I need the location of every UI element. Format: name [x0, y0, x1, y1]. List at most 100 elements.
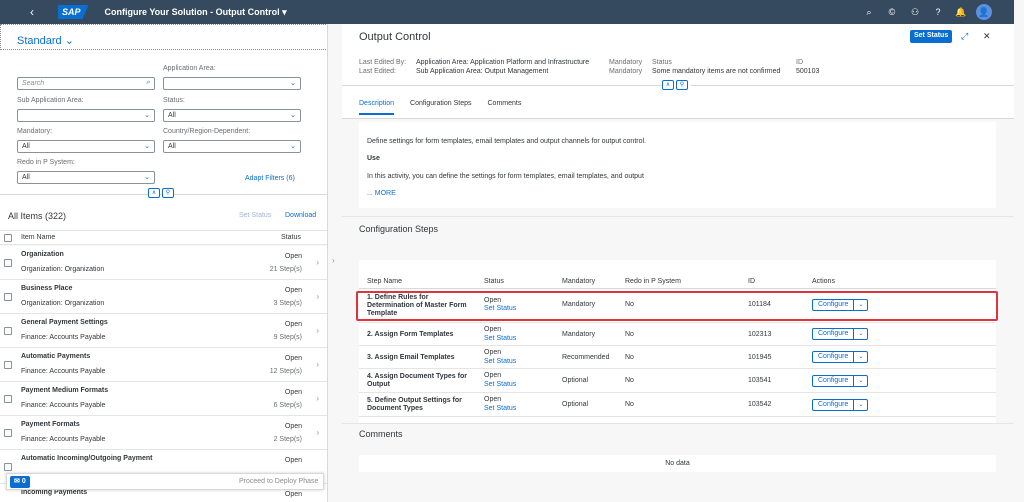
step-mandatory: Optional [562, 377, 589, 384]
redo-select[interactable]: All ⌄ [17, 171, 155, 184]
table-row[interactable]: General Payment Settings Finance: Accoun… [0, 314, 327, 348]
last-edited-by-label: Last Edited By: [359, 59, 407, 66]
table-row[interactable]: Payment Formats Finance: Accounts Payabl… [0, 416, 327, 450]
pin-header-button[interactable]: ⚲ [162, 188, 174, 198]
step-status: Open [484, 326, 502, 333]
chevron-down-icon: ⌄ [144, 143, 150, 150]
step-name: 4. Assign Document Types for Output [367, 373, 467, 388]
avatar[interactable]: 👤 [976, 4, 992, 20]
copilot-icon[interactable]: © [884, 7, 900, 17]
table-row[interactable]: Organization Organization: Organization … [0, 246, 327, 280]
download-button[interactable]: Download [285, 212, 316, 219]
row-checkbox[interactable] [4, 327, 12, 335]
item-status: Open [284, 355, 302, 362]
row-checkbox[interactable] [4, 395, 12, 403]
set-status-button[interactable]: Set Status [910, 30, 953, 43]
description-card: Define settings for form templates, emai… [359, 122, 996, 208]
chevron-down-icon[interactable]: ⌄ [854, 329, 867, 339]
row-checkbox[interactable] [4, 429, 12, 437]
app-title[interactable]: Configure Your Solution - Output Control… [105, 7, 287, 18]
id-label: ID [796, 59, 803, 66]
row-checkbox[interactable] [4, 463, 12, 471]
set-status-link[interactable]: Set Status [484, 405, 516, 412]
adapt-filters-link[interactable]: Adapt Filters (6) [245, 175, 295, 182]
tab-configuration-steps[interactable]: Configuration Steps [410, 100, 471, 115]
item-area: Finance: Accounts Payable [21, 402, 106, 409]
application-area-label: Application Area: [163, 65, 216, 72]
chevron-right-icon: › [316, 292, 319, 301]
collapse-header-button[interactable]: ∧ [662, 80, 674, 90]
pin-header-button[interactable]: ⚲ [676, 80, 688, 90]
configure-button[interactable]: Configure ⌄ [812, 328, 869, 340]
row-checkbox[interactable] [4, 293, 12, 301]
item-area: Organization: Organization [21, 300, 105, 307]
shell-bar: ‹ SAP Configure Your Solution - Output C… [0, 0, 1014, 24]
step-name: 2. Assign Form Templates [367, 331, 454, 338]
tab-description[interactable]: Description [359, 100, 395, 115]
step-mandatory: Recommended [562, 354, 610, 361]
chevron-right-icon: › [316, 394, 319, 403]
connect-icon[interactable]: ⚇ [907, 7, 923, 18]
table-row[interactable]: Business Place Organization: Organizatio… [0, 280, 327, 314]
table-row[interactable]: Automatic Payments Finance: Accounts Pay… [0, 348, 327, 382]
chevron-down-icon[interactable]: ⌄ [854, 376, 867, 386]
highlight-box [356, 291, 998, 321]
item-name: Payment Medium Formats [21, 387, 109, 394]
application-area-select[interactable]: ⌄ [163, 77, 301, 90]
item-status: Open [284, 457, 302, 464]
item-name: Automatic Payments [21, 353, 91, 360]
mandatory-select[interactable]: All ⌄ [17, 140, 155, 153]
item-name: Automatic Incoming/Outgoing Payment [21, 455, 153, 462]
more-link[interactable]: ... MORE [367, 190, 396, 197]
search-icon[interactable]: ⌕ [861, 7, 877, 18]
notification-icon[interactable]: 🔔 [953, 7, 969, 18]
item-name: Payment Formats [21, 421, 80, 428]
chevron-right-icon: › [316, 326, 319, 335]
configure-button[interactable]: Configure ⌄ [812, 351, 869, 363]
set-status-link[interactable]: Set Status [484, 335, 516, 342]
row-checkbox[interactable] [4, 361, 12, 369]
item-name: General Payment Settings [21, 319, 108, 326]
item-status: Open [284, 321, 302, 328]
status-select[interactable]: All ⌄ [163, 109, 301, 122]
sub-application-area-select[interactable]: ⌄ [17, 109, 155, 122]
collapse-header-button[interactable]: ∧ [148, 188, 160, 198]
back-icon[interactable]: ‹ [30, 5, 48, 19]
search-input[interactable]: Search ⌕ [17, 77, 155, 90]
chevron-down-icon: ⌄ [144, 112, 150, 119]
set-status-button[interactable]: Set Status [239, 212, 271, 219]
step-status: Open [484, 396, 502, 403]
messages-button[interactable]: ✉ 0 [10, 476, 30, 488]
set-status-link[interactable]: Set Status [484, 358, 516, 365]
chevron-down-icon[interactable]: ⌄ [854, 352, 867, 362]
configure-button[interactable]: Configure ⌄ [812, 375, 869, 387]
layout-splitter[interactable]: › [328, 24, 342, 502]
select-all-checkbox[interactable] [4, 234, 12, 242]
close-icon[interactable]: ✕ [983, 31, 991, 42]
table-row[interactable]: 5. Define Output Settings for Document T… [359, 393, 996, 417]
step-mandatory: Mandatory [562, 331, 596, 338]
sap-logo[interactable]: SAP [58, 5, 89, 19]
variant-selector[interactable]: Standard ⌄ [0, 24, 327, 50]
country-region-label: Country/Region-Dependent: [163, 128, 251, 135]
column-header-redo: Redo in P System [625, 278, 681, 285]
chevron-down-icon[interactable]: ⌄ [854, 400, 867, 410]
search-icon: ⌕ [146, 79, 150, 86]
table-row[interactable]: Payment Medium Formats Finance: Accounts… [0, 382, 327, 416]
table-row[interactable]: 3. Assign Email Templates Open Set Statu… [359, 346, 996, 369]
chevron-right-icon: › [316, 360, 319, 369]
proceed-deploy-button[interactable]: Proceed to Deploy Phase [239, 478, 318, 485]
table-row[interactable]: 2. Assign Form Templates Open Set Status… [359, 323, 996, 346]
fullscreen-icon[interactable]: ⤢ [961, 31, 968, 42]
configure-button[interactable]: Configure ⌄ [812, 399, 869, 411]
id-value: 500103 [796, 68, 820, 75]
help-icon[interactable]: ? [930, 7, 946, 17]
set-status-link[interactable]: Set Status [484, 381, 516, 388]
item-area: Finance: Accounts Payable [21, 368, 106, 375]
step-redo: No [625, 331, 634, 338]
country-region-select[interactable]: All ⌄ [163, 140, 301, 153]
tab-comments[interactable]: Comments [488, 100, 522, 115]
row-checkbox[interactable] [4, 259, 12, 267]
item-status: Open [284, 253, 302, 260]
table-row[interactable]: 4. Assign Document Types for Output Open… [359, 369, 996, 393]
